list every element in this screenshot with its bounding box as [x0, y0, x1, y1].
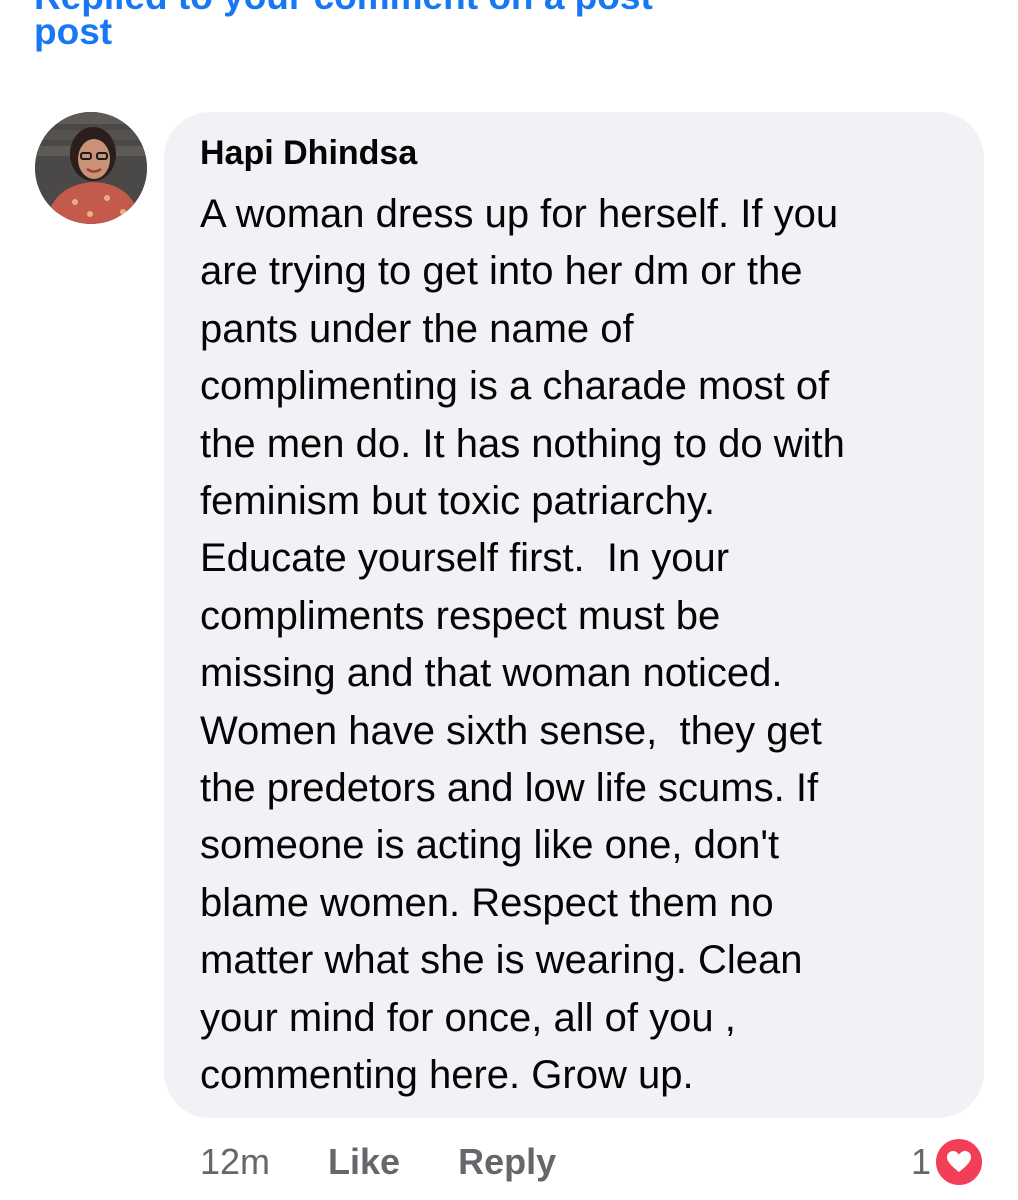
- reaction-count: 1: [910, 1141, 931, 1182]
- comment-line: commenting here. Grow up.: [200, 1053, 694, 1098]
- comment-line: pants under the name of: [200, 306, 634, 351]
- reply-button[interactable]: Reply: [458, 1141, 556, 1183]
- comment-line: blame women. Respect them no: [200, 880, 774, 925]
- header-partial-text: Replied to your comment on a post: [34, 0, 653, 18]
- comment-text: A woman dress up for herself. If you are…: [200, 186, 970, 1105]
- like-button[interactable]: Like: [328, 1141, 400, 1183]
- comment-line: your mind for once, all of you ,: [200, 995, 736, 1040]
- comment-line: the men do. It has nothing to do with: [200, 421, 845, 466]
- avatar-photo: [35, 112, 147, 224]
- comment-line: are trying to get into her dm or the: [200, 249, 803, 294]
- comment-line: Educate yourself first. In your: [200, 536, 730, 581]
- avatar[interactable]: [35, 112, 147, 224]
- comment-line: compliments respect must be: [200, 593, 721, 638]
- comment-line: Women have sixth sense, they get: [200, 708, 822, 753]
- comment-line: A woman dress up for herself. If you: [200, 192, 839, 236]
- reaction-summary[interactable]: 1: [910, 1136, 985, 1188]
- comment-line: feminism but toxic patriarchy.: [200, 479, 715, 524]
- post-link[interactable]: post: [34, 11, 112, 53]
- comment-line: missing and that woman noticed.: [200, 651, 783, 696]
- comment-actions: 12m Like Reply: [200, 1138, 614, 1186]
- comment-author[interactable]: Hapi Dhindsa: [200, 134, 417, 173]
- comment-screen: Replied to your comment on a post post H…: [0, 0, 1018, 1200]
- comment-line: matter what she is wearing. Clean: [200, 938, 803, 983]
- comment-line: the predetors and low life scums. If: [200, 766, 819, 811]
- heart-icon: [933, 1136, 985, 1188]
- comment-line: complimenting is a charade most of: [200, 364, 830, 409]
- comment-line: someone is acting like one, don't: [200, 823, 780, 868]
- comment-timestamp[interactable]: 12m: [200, 1141, 270, 1183]
